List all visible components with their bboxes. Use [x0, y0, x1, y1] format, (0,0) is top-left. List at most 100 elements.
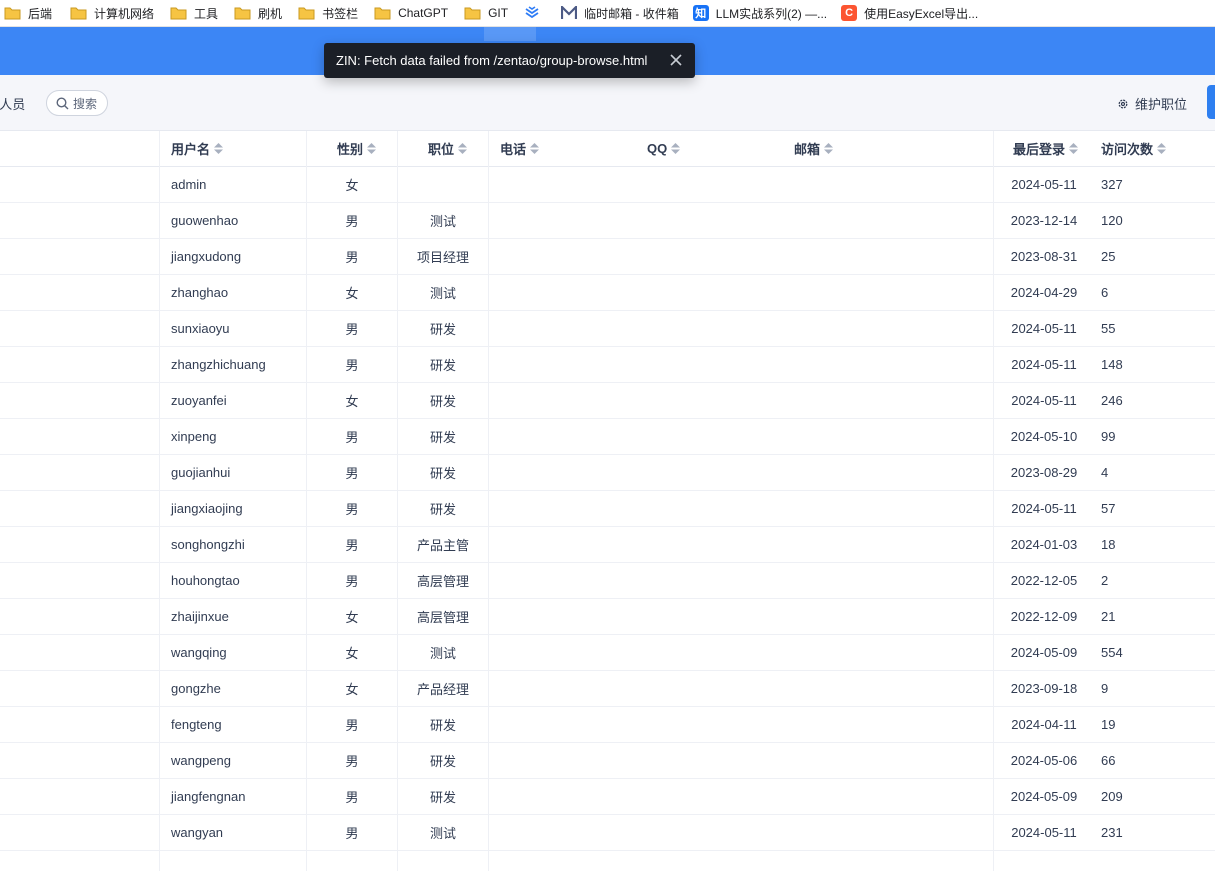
bookmark-houduan[interactable]: 后端 [4, 3, 52, 23]
cell-gender: 女 [345, 394, 359, 409]
cell-gender: 男 [345, 574, 359, 589]
toolbar: 5人员 搜索 维护职位 [0, 75, 1215, 131]
cell-visits: 327 [1101, 177, 1123, 192]
table-row[interactable]: wangpeng 男 研发 2024-05-06 66 [0, 743, 1215, 779]
cell-role: 测试 [429, 214, 456, 229]
cell-visits: 19 [1101, 717, 1116, 732]
bookmark-git[interactable]: GIT [464, 3, 508, 23]
cell-last-login: 2023-09-18 [1010, 681, 1078, 696]
bookmark-label: 工具 [194, 6, 219, 21]
cell-role: 研发 [429, 358, 456, 373]
header-gender[interactable]: 性别 [307, 131, 397, 166]
header-tab-hint [484, 27, 536, 41]
header-email[interactable]: 邮箱 [794, 131, 834, 166]
bookmark-label: ChatGPT [398, 6, 449, 20]
bookmark-label: 刷机 [258, 6, 283, 21]
primary-action-button[interactable] [1207, 85, 1215, 119]
cell-role: 研发 [429, 790, 456, 805]
table-row[interactable]: zuoyanfei 女 研发 2024-05-11 246 [0, 383, 1215, 419]
table-row[interactable]: zhangzhichuang 男 研发 2024-05-11 148 [0, 347, 1215, 383]
header-qq[interactable]: QQ [647, 131, 681, 166]
cell-visits: 231 [1101, 825, 1123, 840]
table-row[interactable]: jiangfengnan 男 研发 2024-05-09 209 [0, 779, 1215, 815]
table-row[interactable]: zhanghao 女 测试 2024-04-29 6 [0, 275, 1215, 311]
cell-role: 项目经理 [416, 250, 469, 265]
cell-role: 研发 [429, 322, 456, 337]
table-row[interactable]: gongzhe 女 产品经理 2023-09-18 9 [0, 671, 1215, 707]
cell-last-login: 2024-05-06 [1010, 753, 1078, 768]
table-row[interactable]: houhongtao 男 高层管理 2022-12-05 2 [0, 563, 1215, 599]
sort-icon [458, 143, 468, 154]
bookmark-label: 计算机网络 [94, 6, 155, 21]
cell-last-login: 2023-08-31 [1010, 249, 1078, 264]
table-row[interactable]: fengteng 男 研发 2024-04-11 19 [0, 707, 1215, 743]
maintain-role-button[interactable]: 维护职位 [1117, 94, 1187, 113]
cell-gender: 男 [345, 826, 359, 841]
table-row[interactable]: xinpeng 男 研发 2024-05-10 99 [0, 419, 1215, 455]
bookmark-flash[interactable]: 刷机 [234, 3, 282, 23]
cell-username: songhongzhi [171, 537, 245, 552]
bookmark-csdn-easyexcel[interactable]: C 使用EasyExcel导出... [841, 3, 978, 23]
cell-username: zhaijinxue [171, 609, 229, 624]
header-username[interactable]: 用户名 [171, 131, 224, 166]
cell-role: 产品主管 [416, 538, 469, 553]
table-row[interactable]: songhongzhi 男 产品主管 2024-01-03 18 [0, 527, 1215, 563]
cell-username: wangyan [171, 825, 224, 840]
table-row[interactable]: sunxiaoyu 男 研发 2024-05-11 55 [0, 311, 1215, 347]
table-row[interactable]: jiangxudong 男 项目经理 2023-08-31 25 [0, 239, 1215, 275]
cell-gender: 女 [345, 646, 359, 661]
table-row[interactable]: admin 女 2024-05-11 327 [0, 167, 1215, 203]
table-row[interactable]: guojianhui 男 研发 2023-08-29 4 [0, 455, 1215, 491]
table-row[interactable]: guowenhao 男 测试 2023-12-14 120 [0, 203, 1215, 239]
cell-gender: 男 [345, 790, 359, 805]
cell-username: jiangxiaojing [171, 501, 243, 516]
layers-icon [524, 5, 540, 21]
search-label: 搜索 [73, 96, 98, 111]
cell-visits: 25 [1101, 249, 1116, 264]
table-row[interactable]: zhaijinxue 女 高层管理 2022-12-09 21 [0, 599, 1215, 635]
sort-icon [214, 143, 224, 154]
cell-visits: 246 [1101, 393, 1123, 408]
cell-username: zhangzhichuang [171, 357, 266, 372]
cell-visits: 9 [1101, 681, 1109, 696]
bookmark-tools[interactable]: 工具 [170, 3, 218, 23]
header-last-login[interactable]: 最后登录 [994, 131, 1094, 166]
bookmark-zhihu-llm[interactable]: 知 LLM实战系列(2) —... [692, 3, 828, 23]
table-row[interactable]: jiangxiaojing 男 研发 2024-05-11 57 [0, 491, 1215, 527]
sort-icon [671, 143, 681, 154]
table-row[interactable]: wangyan 男 测试 2024-05-11 231 [0, 815, 1215, 851]
bookmark-network[interactable]: 计算机网络 [70, 3, 154, 23]
bookmark-label: LLM实战系列(2) —... [715, 6, 828, 21]
cell-visits: 120 [1101, 213, 1123, 228]
bookmark-temp-mail[interactable]: 临时邮箱 - 收件箱 [561, 3, 679, 23]
header-phone[interactable]: 电话 [500, 131, 540, 166]
cell-gender: 男 [345, 466, 359, 481]
bookmark-layers[interactable] [524, 3, 547, 23]
cell-gender: 男 [345, 322, 359, 337]
bookmark-chatgpt[interactable]: ChatGPT [374, 3, 448, 23]
close-icon[interactable] [669, 53, 683, 67]
cell-last-login: 2024-05-11 [1011, 393, 1077, 408]
bookmark-bar-folder[interactable]: 书签栏 [298, 3, 358, 23]
maintain-role-label: 维护职位 [1135, 97, 1188, 112]
sort-icon [824, 143, 834, 154]
page-crumb: 5人员 [0, 97, 26, 112]
search-button[interactable]: 搜索 [46, 90, 108, 116]
header-role[interactable]: 职位 [398, 131, 488, 166]
error-toast: ZIN: Fetch data failed from /zentao/grou… [324, 43, 695, 78]
cell-role: 研发 [429, 754, 456, 769]
header-label: QQ [647, 141, 668, 156]
header-label: 用户名 [171, 142, 211, 157]
cell-role: 高层管理 [416, 574, 469, 589]
cell-role: 产品经理 [416, 682, 469, 697]
cell-visits: 57 [1101, 501, 1116, 516]
cell-role: 研发 [429, 430, 456, 445]
cell-visits: 55 [1101, 321, 1116, 336]
folder-icon [4, 6, 21, 20]
cell-last-login: 2023-12-14 [1010, 213, 1078, 228]
user-table: 用户名 性别 职位 电话 QQ 邮箱 最后登录 访问次数 admin 女 202… [0, 131, 1215, 871]
sort-icon [1157, 143, 1167, 154]
table-row[interactable]: wangqing 女 测试 2024-05-09 554 [0, 635, 1215, 671]
cell-username: guojianhui [171, 465, 231, 480]
header-visits[interactable]: 访问次数 [1101, 131, 1167, 166]
